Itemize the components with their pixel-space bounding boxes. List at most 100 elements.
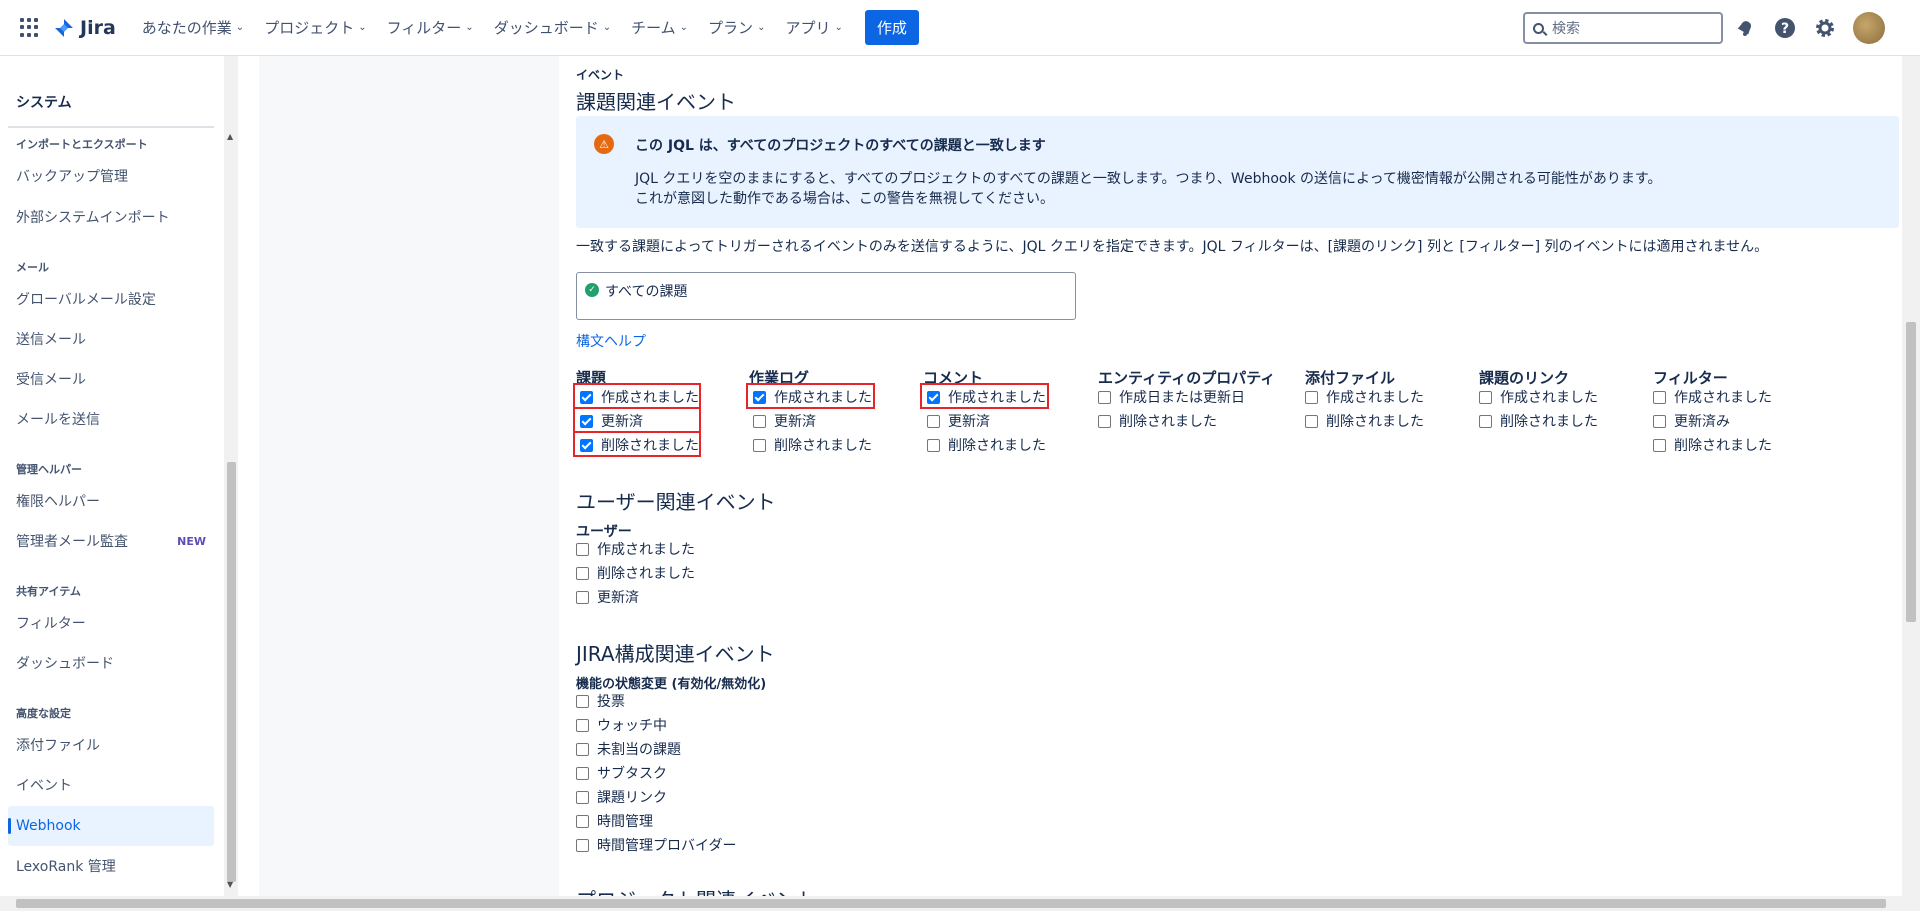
sidebar-item-send-mail[interactable]: メールを送信 bbox=[8, 399, 214, 439]
checkbox-feature-time-tracking-provider[interactable]: 時間管理プロバイダー bbox=[576, 835, 736, 855]
checkbox-user-created[interactable]: 作成されました bbox=[576, 539, 695, 559]
sidebar-divider bbox=[8, 126, 214, 128]
checkbox-filter-updated[interactable]: 更新済み bbox=[1653, 411, 1730, 431]
jira-logo-icon bbox=[55, 18, 73, 37]
checkbox-label: 作成されました bbox=[597, 542, 695, 558]
checkbox-box[interactable] bbox=[576, 742, 589, 756]
settings-gear-icon[interactable] bbox=[1813, 16, 1837, 40]
checkbox-box[interactable] bbox=[576, 566, 589, 580]
checkbox-user-deleted[interactable]: 削除されました bbox=[576, 563, 695, 583]
nav-filters[interactable]: フィルター ⌄ bbox=[387, 17, 474, 38]
nav-label: チーム bbox=[631, 19, 676, 37]
project-events-heading: プロジェクト関連イベント bbox=[576, 884, 816, 896]
checkbox-feature-issue-links[interactable]: 課題リンク bbox=[576, 787, 667, 807]
checkbox-issuelink-created[interactable]: 作成されました bbox=[1479, 387, 1598, 407]
sidebar-item-webhook[interactable]: Webhook bbox=[8, 806, 214, 846]
sidebar-item-incoming-mail[interactable]: 受信メール bbox=[8, 359, 214, 399]
sidebar-scrollbar-thumb[interactable] bbox=[227, 462, 236, 882]
page-scrollbar-thumb[interactable] bbox=[1906, 322, 1916, 622]
create-button[interactable]: 作成 bbox=[864, 10, 919, 45]
checkbox-feature-unassigned[interactable]: 未割当の課題 bbox=[576, 739, 681, 759]
scroll-down-arrow-icon[interactable]: ▼ bbox=[227, 880, 233, 889]
sidebar-item-outgoing-mail[interactable]: 送信メール bbox=[8, 319, 214, 359]
nav-your-work[interactable]: あなたの作業 ⌄ bbox=[142, 17, 244, 38]
checkbox-box[interactable] bbox=[1098, 414, 1111, 428]
syntax-help-link[interactable]: 構文ヘルプ bbox=[576, 331, 646, 351]
checkbox-box[interactable] bbox=[576, 766, 589, 780]
checkbox-filter-created[interactable]: 作成されました bbox=[1653, 387, 1772, 407]
checkbox-box[interactable] bbox=[576, 838, 589, 852]
checkbox-box[interactable] bbox=[1653, 414, 1666, 428]
checkbox-feature-time-tracking[interactable]: 時間管理 bbox=[576, 811, 653, 831]
nav-label: プロジェクト bbox=[264, 19, 355, 37]
checkbox-feature-subtasks[interactable]: サブタスク bbox=[576, 763, 667, 783]
user-events-heading: ユーザー関連イベント bbox=[576, 490, 776, 514]
checkbox-comment-deleted[interactable]: 削除されました bbox=[927, 435, 1046, 455]
checkbox-box[interactable] bbox=[576, 542, 589, 556]
checkbox-box[interactable] bbox=[753, 414, 766, 428]
user-avatar[interactable] bbox=[1853, 12, 1885, 44]
checkbox-attachment-created[interactable]: 作成されました bbox=[1305, 387, 1424, 407]
sidebar-section-import-export: インポートとエクスポート bbox=[16, 138, 148, 151]
sidebar-section-advanced: 高度な設定 bbox=[16, 707, 71, 720]
feature-state-subheading: 機能の状態変更 (有効化/無効化) bbox=[576, 677, 767, 692]
checkbox-box[interactable] bbox=[1305, 414, 1318, 428]
sidebar-item-permission-helper[interactable]: 権限ヘルパー bbox=[8, 481, 214, 521]
checkbox-box[interactable] bbox=[1305, 390, 1318, 404]
checkbox-box[interactable] bbox=[927, 438, 940, 452]
checkbox-entity-deleted[interactable]: 削除されました bbox=[1098, 411, 1217, 431]
sidebar-item-lexorank[interactable]: LexoRank 管理 bbox=[8, 846, 214, 886]
jql-input[interactable]: ✓ すべての課題 bbox=[576, 272, 1076, 320]
sidebar-item-dashboards[interactable]: ダッシュボード bbox=[8, 643, 214, 683]
checkbox-box[interactable] bbox=[576, 814, 589, 828]
sidebar-title: システム bbox=[16, 95, 72, 111]
checkbox-worklog-deleted[interactable]: 削除されました bbox=[753, 435, 872, 455]
checkbox-entity-created-updated[interactable]: 作成日または更新日 bbox=[1098, 387, 1245, 407]
checkbox-filter-deleted[interactable]: 削除されました bbox=[1653, 435, 1772, 455]
checkbox-feature-watching[interactable]: ウォッチ中 bbox=[576, 715, 667, 735]
sidebar-item-events[interactable]: イベント bbox=[8, 765, 214, 805]
checkbox-box[interactable] bbox=[1479, 414, 1492, 428]
search-input[interactable]: 検索 bbox=[1523, 12, 1723, 44]
checkbox-box[interactable] bbox=[1479, 390, 1492, 404]
column-title-filter: フィルター bbox=[1653, 369, 1728, 387]
checkbox-box[interactable] bbox=[927, 414, 940, 428]
checkbox-box[interactable] bbox=[1653, 390, 1666, 404]
checkbox-label: 削除されました bbox=[1674, 438, 1772, 454]
checkbox-feature-voting[interactable]: 投票 bbox=[576, 691, 625, 711]
nav-teams[interactable]: チーム ⌄ bbox=[631, 17, 688, 38]
checkbox-user-updated[interactable]: 更新済 bbox=[576, 587, 639, 607]
sidebar-item-attachments[interactable]: 添付ファイル bbox=[8, 725, 214, 765]
jira-logo[interactable]: Jira bbox=[54, 17, 116, 39]
checkbox-box[interactable] bbox=[1653, 438, 1666, 452]
checkbox-attachment-deleted[interactable]: 削除されました bbox=[1305, 411, 1424, 431]
checkbox-box[interactable] bbox=[576, 590, 589, 604]
sidebar-item-global-mail[interactable]: グローバルメール設定 bbox=[8, 279, 214, 319]
checkbox-comment-updated[interactable]: 更新済 bbox=[927, 411, 990, 431]
user-subheading: ユーザー bbox=[576, 524, 632, 540]
nav-dashboards[interactable]: ダッシュボード ⌄ bbox=[494, 17, 611, 38]
nav-apps[interactable]: アプリ ⌄ bbox=[785, 17, 842, 38]
main-nav: あなたの作業 ⌄ プロジェクト ⌄ フィルター ⌄ ダッシュボード ⌄ チーム ⌄ プラン… bbox=[142, 10, 919, 45]
app-switcher-icon[interactable] bbox=[20, 17, 40, 38]
nav-plans[interactable]: プラン ⌄ bbox=[708, 17, 765, 38]
checkbox-box[interactable] bbox=[576, 790, 589, 804]
sidebar-item-backup[interactable]: バックアップ管理 bbox=[8, 156, 214, 196]
checkbox-label: 作成されました bbox=[1500, 390, 1598, 406]
sidebar-item-filters[interactable]: フィルター bbox=[8, 603, 214, 643]
checkbox-box[interactable] bbox=[576, 718, 589, 732]
checkbox-worklog-updated[interactable]: 更新済 bbox=[753, 411, 816, 431]
sidebar-item-admin-mail-audit[interactable]: 管理者メール監査 NEW bbox=[8, 521, 214, 561]
notifications-icon[interactable] bbox=[1733, 16, 1757, 40]
checkbox-box[interactable] bbox=[753, 438, 766, 452]
checkbox-label: 作成されました bbox=[1674, 390, 1772, 406]
help-icon[interactable]: ? bbox=[1773, 16, 1797, 40]
checkbox-label: 課題リンク bbox=[597, 790, 667, 806]
scroll-up-arrow-icon[interactable]: ▲ bbox=[227, 132, 233, 141]
checkbox-box[interactable] bbox=[1098, 390, 1111, 404]
nav-projects[interactable]: プロジェクト ⌄ bbox=[264, 17, 366, 38]
checkbox-issuelink-deleted[interactable]: 削除されました bbox=[1479, 411, 1598, 431]
sidebar-item-external-import[interactable]: 外部システムインポート bbox=[8, 197, 214, 237]
checkbox-box[interactable] bbox=[576, 694, 589, 708]
horizontal-scrollbar-thumb[interactable] bbox=[16, 899, 1886, 908]
